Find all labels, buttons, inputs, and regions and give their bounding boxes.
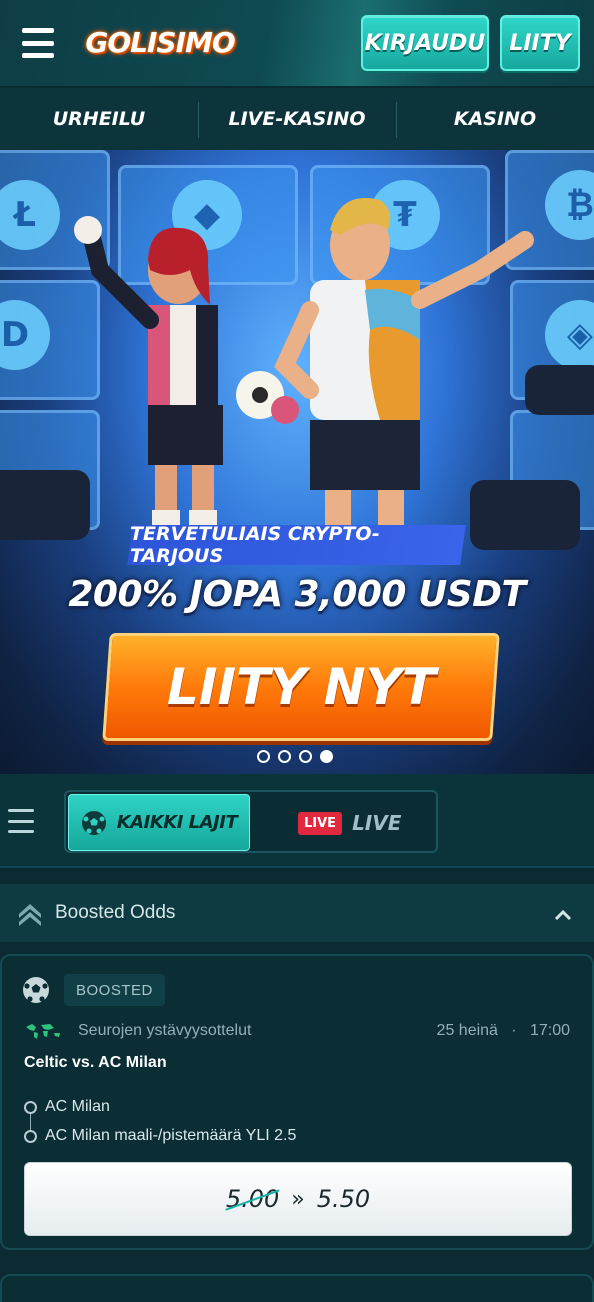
sport-filter-bar: KAIKKI LAJIT LIVE LIVE (0, 774, 594, 868)
camera-illustration (525, 365, 594, 415)
football-icon (23, 977, 49, 1003)
join-now-button[interactable]: LIITY NYT (102, 633, 500, 741)
carousel-dot[interactable] (257, 750, 270, 763)
tab-all-sports[interactable]: KAIKKI LAJIT (68, 794, 250, 851)
world-map-icon (26, 1024, 60, 1039)
menu-icon[interactable] (22, 28, 54, 58)
camera-illustration (470, 480, 580, 550)
tab-live[interactable]: LIVE LIVE (298, 810, 401, 836)
brand-logo[interactable]: GOLISIMO (85, 20, 235, 64)
old-odds: 5.00 (225, 1185, 280, 1213)
promo-tag: TERVETULIAIS CRYPTO-TARJOUS (127, 523, 466, 567)
league-name: Seurojen ystävyysottelut (78, 1022, 252, 1039)
selection-item: AC Milan (24, 1098, 110, 1116)
selection-label: AC Milan maali-/pistemäärä YLI 2.5 (45, 1127, 297, 1144)
odds-button[interactable]: 5.00 » 5.50 (24, 1162, 572, 1236)
tab-live-label: LIVE (352, 811, 402, 835)
home-team: Celtic (24, 1054, 68, 1071)
carousel-dots (257, 750, 333, 763)
promo-banner[interactable]: Ł ◆ ₮ ₿ D ◈ TERVETULIAIS CRYPTO-TARJOUS (0, 150, 594, 774)
selection-item: AC Milan maali-/pistemäärä YLI 2.5 (24, 1127, 296, 1145)
match-date: 25 heinä (436, 1022, 498, 1039)
boosted-odds-value: 5.50 (316, 1185, 371, 1213)
boosted-pill: BOOSTED (64, 974, 165, 1006)
football-icon (81, 810, 106, 835)
selection-marker (24, 1129, 37, 1143)
live-badge: LIVE (298, 811, 343, 835)
selection-marker (24, 1100, 37, 1114)
camera-illustration (0, 470, 90, 540)
vs-label: vs. (72, 1054, 95, 1071)
match-datetime: 25 heinä · 17:00 (437, 1022, 570, 1040)
top-header: GOLISIMO KIRJAUDU LIITY (0, 0, 594, 88)
datetime-separator: · (502, 1022, 526, 1039)
promo-headline: 200% JOPA 3,000 USDT (68, 574, 526, 615)
boosted-bet-card: BOOSTED Seurojen ystävyysottelut 25 hein… (0, 954, 594, 1250)
double-chevron-up-icon (19, 904, 41, 926)
nav-item-casino[interactable]: KASINO (396, 102, 594, 138)
selection-label: AC Milan (45, 1098, 110, 1115)
main-nav: URHEILU LIVE-KASINO KASINO (0, 88, 594, 150)
tab-all-sports-label: KAIKKI LAJIT (116, 812, 238, 833)
boosted-odds-header[interactable]: Boosted Odds (0, 884, 594, 942)
nav-item-live-casino[interactable]: LIVE-KASINO (198, 102, 396, 138)
match-time: 17:00 (529, 1022, 570, 1039)
nav-item-sports[interactable]: URHEILU (0, 108, 198, 130)
boosted-odds-title: Boosted Odds (55, 902, 176, 923)
odds-arrow-icon: » (291, 1186, 305, 1212)
join-button[interactable]: LIITY (500, 15, 580, 71)
chevron-up-icon[interactable] (554, 906, 572, 924)
carousel-dot-active[interactable] (320, 750, 333, 763)
carousel-dot[interactable] (299, 750, 312, 763)
away-team: AC Milan (98, 1054, 167, 1071)
sport-tabs: KAIKKI LAJIT LIVE LIVE (64, 790, 438, 853)
login-button[interactable]: KIRJAUDU (361, 15, 489, 71)
next-card (0, 1274, 594, 1302)
carousel-dot[interactable] (278, 750, 291, 763)
sports-menu-icon[interactable] (8, 809, 34, 833)
match-teams[interactable]: Celtic vs. AC Milan (24, 1054, 167, 1072)
